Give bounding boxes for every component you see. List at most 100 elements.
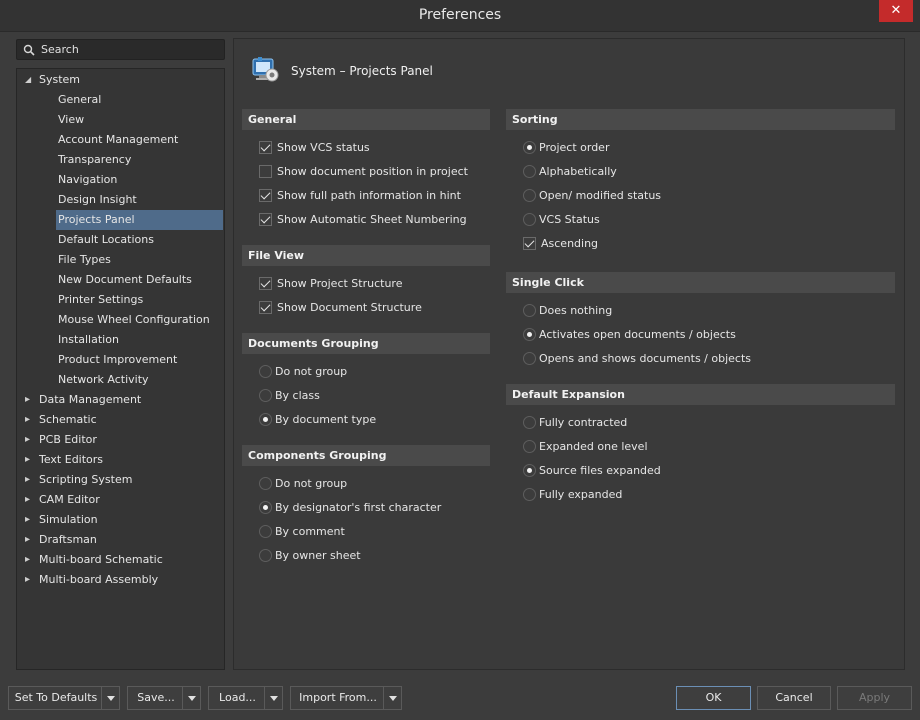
- tree-item-multi-board-schematic[interactable]: ▸ Multi-board Schematic: [25, 550, 163, 570]
- tree-item-installation[interactable]: Installation: [58, 330, 119, 350]
- radio-circle[interactable]: [259, 477, 272, 490]
- radio-opens-and-shows-documents-objects[interactable]: Opens and shows documents / objects: [523, 350, 751, 368]
- radio-by-document-type[interactable]: By document type: [259, 411, 376, 429]
- tree-item-pcb-editor[interactable]: ▸ PCB Editor: [25, 430, 97, 450]
- search-input[interactable]: Search: [16, 39, 225, 60]
- radio-fully-expanded[interactable]: Fully expanded: [523, 486, 622, 504]
- radio-project-order[interactable]: Project order: [523, 139, 609, 157]
- radio-by-comment[interactable]: By comment: [259, 523, 345, 541]
- tree-item-transparency[interactable]: Transparency: [58, 150, 131, 170]
- tree-item-simulation[interactable]: ▸ Simulation: [25, 510, 98, 530]
- radio-circle[interactable]: [523, 141, 536, 154]
- expand-arrow-icon[interactable]: ▸: [25, 450, 35, 470]
- radio-circle[interactable]: [523, 189, 536, 202]
- radio-circle[interactable]: [259, 501, 272, 514]
- radio-circle[interactable]: [523, 352, 536, 365]
- tree-item-network-activity[interactable]: Network Activity: [58, 370, 149, 390]
- radio-do-not-group[interactable]: Do not group: [259, 363, 347, 381]
- checkbox-show-full-path-information-in-hint[interactable]: Show full path information in hint: [259, 187, 461, 205]
- tree-item-projects-panel[interactable]: Projects Panel: [56, 210, 223, 230]
- radio-expanded-one-level[interactable]: Expanded one level: [523, 438, 648, 456]
- checkbox-box[interactable]: [259, 189, 272, 202]
- close-button[interactable]: ✕: [879, 0, 913, 22]
- radio-circle[interactable]: [523, 213, 536, 226]
- tree-item-text-editors[interactable]: ▸ Text Editors: [25, 450, 103, 470]
- radio-circle[interactable]: [259, 365, 272, 378]
- set-to-defaults-dropdown-icon[interactable]: [101, 687, 119, 709]
- radio-by-class[interactable]: By class: [259, 387, 320, 405]
- radio-vcs-status[interactable]: VCS Status: [523, 211, 600, 229]
- tree-item-scripting-system[interactable]: ▸ Scripting System: [25, 470, 132, 490]
- radio-alphabetically[interactable]: Alphabetically: [523, 163, 617, 181]
- radio-circle[interactable]: [523, 165, 536, 178]
- radio-do-not-group[interactable]: Do not group: [259, 475, 347, 493]
- tree-item-product-improvement[interactable]: Product Improvement: [58, 350, 177, 370]
- radio-circle[interactable]: [259, 389, 272, 402]
- expand-arrow-icon[interactable]: ▸: [25, 510, 35, 530]
- checkbox-box[interactable]: [259, 213, 272, 226]
- collapse-arrow-icon[interactable]: ◢: [25, 70, 35, 90]
- radio-activates-open-documents-objects[interactable]: Activates open documents / objects: [523, 326, 736, 344]
- tree-item-printer-settings[interactable]: Printer Settings: [58, 290, 143, 310]
- tree-item-default-locations[interactable]: Default Locations: [58, 230, 154, 250]
- tree-item-mouse-wheel-configuration[interactable]: Mouse Wheel Configuration: [58, 310, 210, 330]
- set-to-defaults-button[interactable]: Set To Defaults: [8, 686, 120, 710]
- tree-item-new-document-defaults[interactable]: New Document Defaults: [58, 270, 192, 290]
- expand-arrow-icon[interactable]: ▸: [25, 570, 35, 590]
- radio-circle[interactable]: [523, 440, 536, 453]
- radio-circle[interactable]: [523, 328, 536, 341]
- tree-item-draftsman[interactable]: ▸ Draftsman: [25, 530, 97, 550]
- radio-circle[interactable]: [259, 549, 272, 562]
- expand-arrow-icon[interactable]: ▸: [25, 410, 35, 430]
- radio-circle[interactable]: [523, 304, 536, 317]
- expand-arrow-icon[interactable]: ▸: [25, 530, 35, 550]
- expand-arrow-icon[interactable]: ▸: [25, 430, 35, 450]
- load-button[interactable]: Load...: [208, 686, 283, 710]
- radio-circle[interactable]: [523, 488, 536, 501]
- radio-by-owner-sheet[interactable]: By owner sheet: [259, 547, 361, 565]
- checkbox-ascending[interactable]: Ascending: [523, 235, 598, 253]
- radio-fully-contracted[interactable]: Fully contracted: [523, 414, 627, 432]
- radio-circle[interactable]: [259, 525, 272, 538]
- tree-item-general[interactable]: General: [58, 90, 101, 110]
- tree-item-account-management[interactable]: Account Management: [58, 130, 178, 150]
- radio-open-modified-status[interactable]: Open/ modified status: [523, 187, 661, 205]
- expand-arrow-icon[interactable]: ▸: [25, 470, 35, 490]
- tree-item-file-types[interactable]: File Types: [58, 250, 111, 270]
- checkbox-box[interactable]: [259, 141, 272, 154]
- expand-arrow-icon[interactable]: ▸: [25, 550, 35, 570]
- checkbox-show-vcs-status[interactable]: Show VCS status: [259, 139, 370, 157]
- radio-by-designator-s-first-character[interactable]: By designator's first character: [259, 499, 441, 517]
- tree-item-multi-board-assembly[interactable]: ▸ Multi-board Assembly: [25, 570, 158, 590]
- expand-arrow-icon[interactable]: ▸: [25, 390, 35, 410]
- radio-circle[interactable]: [259, 413, 272, 426]
- save-dropdown-icon[interactable]: [182, 687, 200, 709]
- apply-button[interactable]: Apply: [837, 686, 912, 710]
- checkbox-show-document-structure[interactable]: Show Document Structure: [259, 299, 422, 317]
- tree-item-system[interactable]: ◢ System: [25, 70, 80, 90]
- import-from-button[interactable]: Import From...: [290, 686, 402, 710]
- tree-item-schematic[interactable]: ▸ Schematic: [25, 410, 97, 430]
- load-dropdown-icon[interactable]: [264, 687, 282, 709]
- radio-does-nothing[interactable]: Does nothing: [523, 302, 612, 320]
- checkbox-box[interactable]: [259, 301, 272, 314]
- tree-item-navigation[interactable]: Navigation: [58, 170, 117, 190]
- checkbox-box[interactable]: [523, 237, 536, 250]
- radio-circle[interactable]: [523, 416, 536, 429]
- ok-button[interactable]: OK: [676, 686, 751, 710]
- save-button[interactable]: Save...: [127, 686, 201, 710]
- radio-source-files-expanded[interactable]: Source files expanded: [523, 462, 661, 480]
- checkbox-show-automatic-sheet-numbering[interactable]: Show Automatic Sheet Numbering: [259, 211, 467, 229]
- preferences-tree[interactable]: ◢ System General View Account Management Tr…: [16, 68, 225, 670]
- tree-item-data-management[interactable]: ▸ Data Management: [25, 390, 141, 410]
- radio-circle[interactable]: [523, 464, 536, 477]
- checkbox-show-project-structure[interactable]: Show Project Structure: [259, 275, 402, 293]
- import-from-dropdown-icon[interactable]: [383, 687, 401, 709]
- expand-arrow-icon[interactable]: ▸: [25, 490, 35, 510]
- tree-item-cam-editor[interactable]: ▸ CAM Editor: [25, 490, 100, 510]
- checkbox-box[interactable]: [259, 277, 272, 290]
- tree-item-view[interactable]: View: [58, 110, 84, 130]
- checkbox-show-document-position-in-project[interactable]: Show document position in project: [259, 163, 468, 181]
- tree-item-design-insight[interactable]: Design Insight: [58, 190, 137, 210]
- checkbox-box[interactable]: [259, 165, 272, 178]
